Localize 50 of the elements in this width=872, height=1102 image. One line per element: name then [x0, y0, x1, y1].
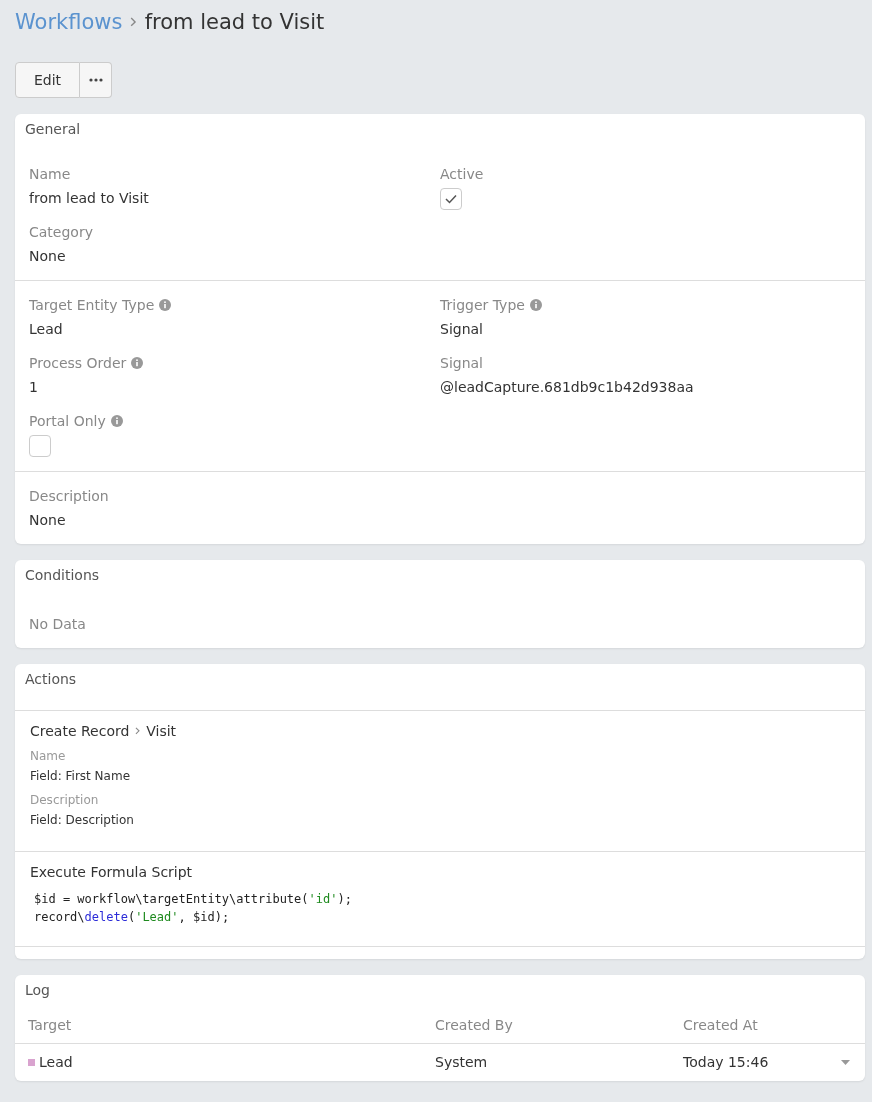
empty-message: No Data [28, 615, 87, 634]
field-value: Signal [440, 320, 484, 339]
panel-title: General [24, 120, 82, 139]
panel-title: Actions [24, 670, 78, 689]
table-cell: Today 15:46 [683, 1054, 769, 1070]
field-label: Description [30, 793, 100, 807]
field-label: Process Order [29, 354, 127, 373]
checkbox[interactable] [29, 435, 51, 457]
field-label: Trigger Type [440, 296, 525, 315]
code-line: record\delete('Lead', $id); [34, 909, 231, 926]
check-icon [445, 194, 457, 204]
checkbox[interactable] [440, 188, 462, 210]
page-title: from lead to Visit [144, 10, 325, 34]
panel-title: Log [24, 981, 51, 1000]
info-icon [159, 299, 172, 311]
info-icon [529, 299, 542, 311]
field-value: Field: First Name [30, 769, 132, 783]
field-label: Name [29, 165, 71, 184]
table-cell: System [435, 1054, 488, 1070]
field-value: from lead to Visit [29, 189, 150, 208]
caret-icon[interactable] [841, 1059, 850, 1065]
edit-button[interactable]: Edit [15, 62, 81, 98]
field-value: Lead [29, 320, 64, 339]
action-target: Visit [146, 723, 177, 739]
field-label: Active [440, 165, 484, 184]
field-label: Portal Only [29, 412, 106, 431]
column-header: Created At [670, 1011, 865, 1044]
panel-title: Conditions [24, 566, 101, 585]
field-label: Category [29, 223, 93, 242]
field-value: Field: Description [30, 813, 135, 827]
field-value: None [29, 247, 67, 266]
field-label: Target Entity Type [29, 296, 155, 315]
more-button[interactable] [80, 62, 113, 98]
code-line: $id = workflow\targetEntity\attribute('id'); [34, 891, 353, 908]
column-header: Target [15, 1011, 422, 1044]
more-icon [88, 78, 103, 82]
field-value: None [29, 511, 67, 530]
field-label: Description [29, 487, 109, 506]
column-header: Created By [422, 1011, 670, 1044]
action-type: Execute Formula Script [30, 864, 193, 880]
info-icon [131, 357, 144, 369]
table-cell: Lead [39, 1054, 73, 1070]
field-value: @leadCapture.681db9c1b42d938aa [440, 378, 695, 397]
field-label: Name [30, 749, 67, 763]
field-value: 1 [29, 378, 39, 397]
info-icon [110, 415, 123, 427]
chevron-icon [135, 727, 141, 735]
field-label: Signal [440, 354, 483, 373]
action-type: Create Record [30, 723, 130, 739]
chevron-icon [130, 17, 137, 27]
